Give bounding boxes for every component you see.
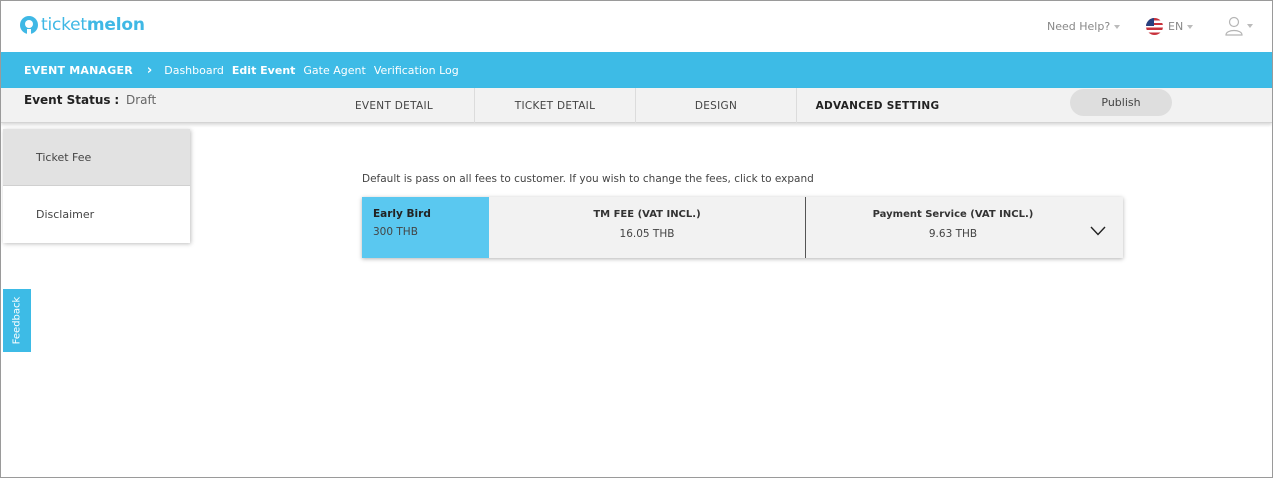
logo-icon — [20, 16, 38, 35]
language-selector[interactable]: EN — [1146, 18, 1194, 35]
payment-service-value: 9.63 THB — [928, 228, 978, 240]
tm-fee-cell: TM FEE (VAT INCL.) 16.05 THB — [489, 197, 806, 258]
need-help-label: Need Help? — [1047, 20, 1111, 33]
tm-fee-header: TM FEE (VAT INCL.) — [593, 209, 701, 220]
ticket-type-cell: Early Bird 300 THB — [362, 197, 489, 258]
chevron-down-icon — [1114, 24, 1121, 29]
nav-link-edit-event[interactable]: Edit Event — [232, 64, 295, 77]
chevron-down-icon — [1247, 24, 1253, 28]
feedback-tab[interactable]: Feedback — [3, 289, 31, 352]
event-status: Event Status : Draft — [24, 93, 156, 107]
language-label: EN — [1168, 20, 1184, 33]
expand-chevron-down-icon[interactable] — [1090, 221, 1106, 240]
nav-link-verification-log[interactable]: Verification Log — [374, 64, 459, 77]
user-menu[interactable] — [1225, 16, 1253, 36]
app-window: ticketmelon Need Help? EN EVENT MANAGER … — [0, 0, 1273, 478]
us-flag-icon — [1146, 18, 1163, 35]
fees-hint-text: Default is pass on all fees to customer.… — [362, 173, 814, 185]
ticket-name: Early Bird — [373, 208, 431, 220]
chevron-down-icon — [1187, 24, 1194, 29]
edit-event-tabs: EVENT DETAIL TICKET DETAIL DESIGN ADVANC… — [314, 88, 958, 123]
ticketmelon-logo[interactable]: ticketmelon — [20, 15, 145, 35]
event-status-label: Event Status — [24, 93, 111, 107]
payment-service-cell: Payment Service (VAT INCL.) 9.63 THB — [806, 197, 1100, 258]
logo-text-prefix: ticket — [41, 15, 87, 35]
tab-advanced-setting[interactable]: ADVANCED SETTING — [797, 88, 958, 123]
tab-ticket-detail[interactable]: TICKET DETAIL — [475, 88, 636, 123]
chevron-right-icon: › — [146, 62, 153, 78]
sidebar-item-disclaimer[interactable]: Disclaimer — [3, 186, 190, 243]
nav-section-title: EVENT MANAGER — [24, 63, 133, 77]
user-icon — [1225, 16, 1243, 36]
nav-link-gate-agent[interactable]: Gate Agent — [303, 64, 365, 77]
event-manager-nav: EVENT MANAGER › Dashboard Edit Event Gat… — [1, 52, 1272, 88]
tm-fee-value: 16.05 THB — [619, 228, 675, 240]
sidebar-item-ticket-fee[interactable]: Ticket Fee — [3, 129, 190, 186]
event-status-value: Draft — [125, 93, 157, 107]
event-status-bar: Event Status : Draft EVENT DETAIL TICKET… — [1, 88, 1272, 123]
ticket-fee-row[interactable]: Early Bird 300 THB TM FEE (VAT INCL.) 16… — [362, 197, 1123, 258]
event-status-separator: : — [114, 93, 120, 107]
advanced-setting-sidebar: Ticket Fee Disclaimer — [3, 129, 190, 243]
feedback-label: Feedback — [11, 296, 23, 345]
publish-button[interactable]: Publish — [1070, 89, 1172, 116]
payment-service-header: Payment Service (VAT INCL.) — [872, 209, 1034, 220]
tab-event-detail[interactable]: EVENT DETAIL — [314, 88, 475, 123]
logo-text: ticketmelon — [41, 15, 145, 35]
ticket-price: 300 THB — [373, 226, 418, 238]
nav-link-dashboard[interactable]: Dashboard — [164, 64, 224, 77]
need-help-dropdown[interactable]: Need Help? — [1047, 20, 1121, 33]
top-header: ticketmelon Need Help? EN — [1, 1, 1272, 51]
logo-text-suffix: melon — [86, 15, 145, 35]
tab-design[interactable]: DESIGN — [636, 88, 797, 123]
